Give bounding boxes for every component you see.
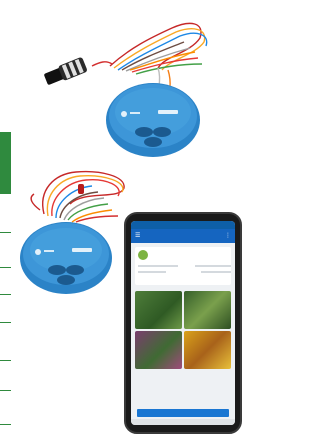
table-edge: [0, 132, 11, 432]
app-action-button: [137, 409, 229, 417]
app-nav-bar: [131, 419, 235, 425]
status-bar: [131, 221, 235, 229]
zone-tile: [135, 331, 182, 369]
zone-tile: [184, 291, 231, 329]
table-rule: [0, 267, 11, 268]
irrigation-controller-with-solenoid-image: [44, 22, 208, 157]
table-rule: [0, 424, 11, 425]
table-rule: [0, 322, 11, 323]
controller-card: [135, 247, 231, 285]
menu-icon: ☰: [135, 233, 141, 239]
more-icon: ⋮: [225, 233, 231, 239]
phone-frame: ☰ ⋮: [124, 212, 242, 434]
zone-tile: [135, 291, 182, 329]
card-text-line: [138, 271, 166, 273]
zone-tile: [184, 331, 231, 369]
app-screen: ☰ ⋮: [131, 221, 235, 425]
table-rule: [0, 360, 11, 361]
controller-avatar: [138, 250, 148, 260]
smartphone-app-image: ☰ ⋮: [124, 212, 242, 434]
table-rule: [0, 232, 11, 233]
table-rule: [0, 294, 11, 295]
table-header: [0, 132, 11, 194]
card-text-line: [195, 265, 231, 267]
card-text-line: [138, 265, 178, 267]
irrigation-controller-image: [20, 170, 125, 294]
card-text-line: [201, 271, 231, 273]
table-rule: [0, 390, 11, 391]
app-header: ☰ ⋮: [131, 229, 235, 243]
